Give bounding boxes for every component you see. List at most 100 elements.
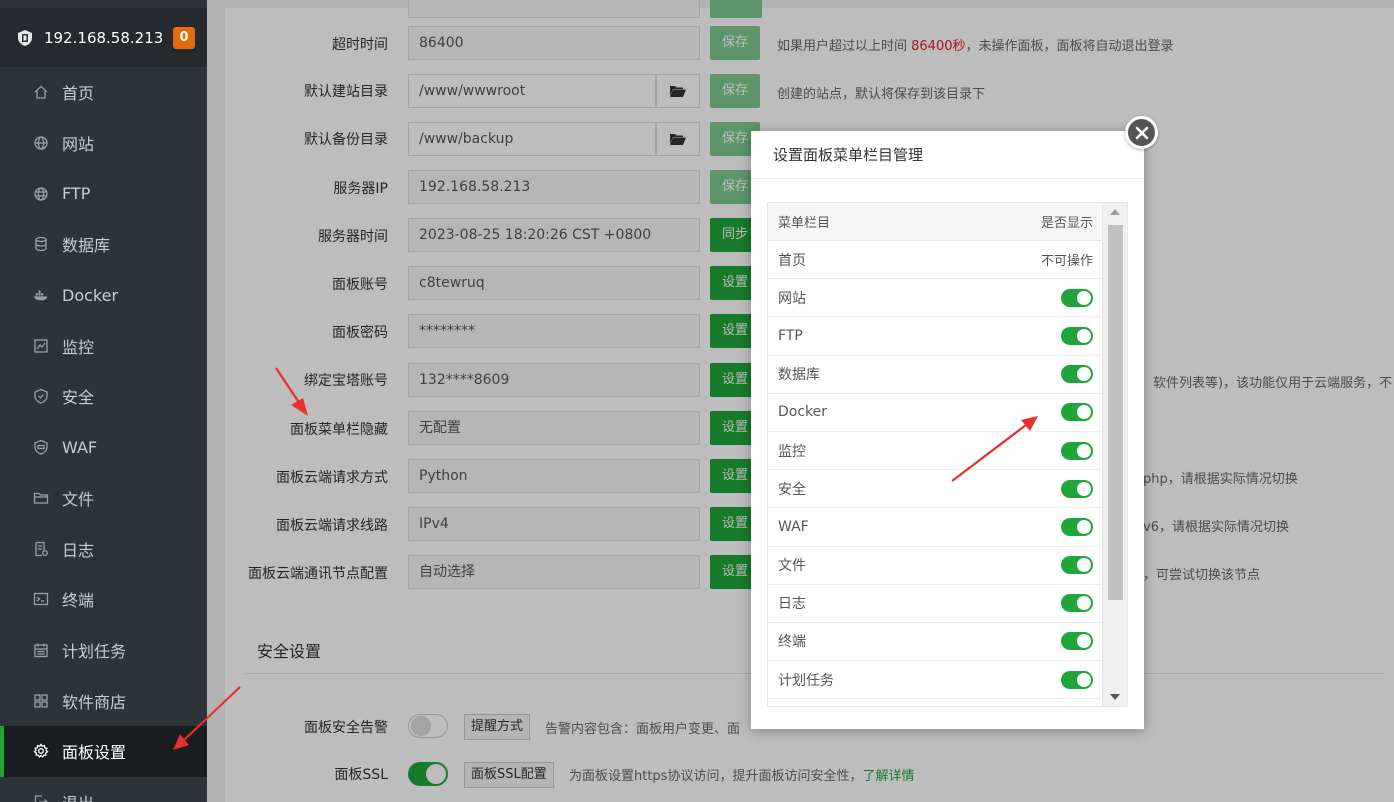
table-row: 日志 <box>768 585 1103 623</box>
row-label: FTP <box>778 327 803 344</box>
sidebar-item-label: Docker <box>62 285 119 305</box>
row-label: 数据库 <box>778 367 820 384</box>
docker-icon <box>33 287 49 303</box>
sidebar-item-crontab[interactable]: 计划任务 <box>0 625 207 676</box>
sidebar: 192.168.58.213 0 首页 网站 FTP 数据库 Docker 监控… <box>0 0 207 802</box>
sidebar-item-security[interactable]: 安全 <box>0 371 207 422</box>
col-menu-header: 菜单栏目 <box>778 216 831 231</box>
shield-icon <box>33 388 49 405</box>
sidebar-item-store[interactable]: 软件商店 <box>0 675 207 726</box>
row-label: WAF <box>778 518 809 535</box>
sidebar-item-label: 日志 <box>62 540 95 560</box>
sidebar-header: 192.168.58.213 0 <box>0 8 207 67</box>
show-toggle[interactable] <box>1061 403 1093 422</box>
sidebar-item-label: WAF <box>62 437 98 457</box>
sidebar-item-waf[interactable]: WAF <box>0 422 207 473</box>
waf-shield-icon <box>33 439 49 455</box>
sidebar-item-monitor[interactable]: 监控 <box>0 320 207 371</box>
show-toggle[interactable] <box>1061 441 1093 460</box>
sidebar-item-home[interactable]: 首页 <box>0 67 207 118</box>
folder-icon <box>33 490 49 506</box>
show-toggle[interactable] <box>1061 479 1093 498</box>
row-label: 计划任务 <box>778 672 834 689</box>
sidebar-item-logs[interactable]: 日志 <box>0 523 207 574</box>
table-row: 数据库 <box>768 356 1103 394</box>
show-toggle[interactable] <box>1061 670 1093 689</box>
log-icon <box>33 541 49 557</box>
sidebar-item-label: 终端 <box>62 591 95 611</box>
show-toggle[interactable] <box>1061 556 1093 575</box>
monitor-icon <box>33 338 49 354</box>
dialog-close-button[interactable] <box>1125 116 1158 149</box>
row-label: Docker <box>778 404 828 421</box>
ftp-globe-icon <box>33 186 49 202</box>
apps-icon <box>33 693 49 709</box>
row-label: 日志 <box>778 596 806 613</box>
table-row: 文件 <box>768 547 1103 585</box>
sidebar-item-label: 网站 <box>62 135 95 155</box>
sidebar-item-database[interactable]: 数据库 <box>0 219 207 270</box>
sidebar-item-panel-settings[interactable]: 面板设置 <box>0 725 207 777</box>
sidebar-item-label: 安全 <box>62 388 95 408</box>
sidebar-item-files[interactable]: 文件 <box>0 473 207 524</box>
col-show-header: 是否显示 <box>1040 216 1093 231</box>
sidebar-item-docker[interactable]: Docker <box>0 270 207 321</box>
sidebar-item-label: 计划任务 <box>62 641 127 661</box>
gear-icon <box>33 743 49 759</box>
show-toggle[interactable] <box>1061 288 1093 307</box>
close-icon <box>1135 126 1148 139</box>
menu-table: 菜单栏目 是否显示 首页 不可操作 网站 FTP 数据库 Docker 监控 安… <box>767 202 1128 707</box>
table-row: WAF <box>768 508 1103 547</box>
sidebar-item-label: 首页 <box>62 84 95 104</box>
table-row: 计划任务 <box>768 661 1103 700</box>
sidebar-item-label: 软件商店 <box>62 692 127 712</box>
show-toggle[interactable] <box>1061 594 1093 613</box>
scroll-thumb[interactable] <box>1108 225 1123 600</box>
screen: 192.168.58.213 0 首页 网站 FTP 数据库 Docker 监控… <box>0 0 1394 802</box>
show-toggle[interactable] <box>1061 326 1093 345</box>
scroll-up-arrow-icon[interactable] <box>1110 209 1120 215</box>
message-count-badge[interactable]: 0 <box>173 26 195 49</box>
table-row: Docker <box>768 394 1103 432</box>
table-row: 监控 <box>768 432 1103 471</box>
server-ip-title: 192.168.58.213 <box>44 28 164 47</box>
row-label: 安全 <box>778 481 806 498</box>
sidebar-nav: 首页 网站 FTP 数据库 Docker 监控 安全 WAF 文件 日志 终端 … <box>0 67 207 802</box>
sidebar-item-terminal[interactable]: 终端 <box>0 574 207 625</box>
scroll-down-arrow-icon[interactable] <box>1110 694 1120 700</box>
home-icon <box>33 84 49 100</box>
sidebar-item-website[interactable]: 网站 <box>0 118 207 169</box>
table-row: 网站 <box>768 279 1103 318</box>
row-label: 网站 <box>778 290 806 307</box>
sidebar-item-label: 监控 <box>62 337 95 357</box>
row-label: 监控 <box>778 443 806 460</box>
menu-manage-dialog: 设置面板菜单栏目管理 菜单栏目 是否显示 首页 不可操作 网站 FTP 数据库 … <box>751 131 1144 729</box>
show-toggle[interactable] <box>1061 517 1093 536</box>
sidebar-item-label: FTP <box>62 184 91 204</box>
sidebar-item-label: 面板设置 <box>62 743 127 763</box>
row-status: 不可操作 <box>1040 254 1093 270</box>
calendar-icon <box>33 642 49 658</box>
bt-logo-icon <box>16 29 34 47</box>
logout-icon <box>33 794 49 802</box>
table-row: 安全 <box>768 470 1103 509</box>
show-toggle[interactable] <box>1061 632 1093 651</box>
database-icon <box>33 236 49 252</box>
globe-icon <box>33 135 49 151</box>
table-scrollbar[interactable] <box>1102 203 1127 706</box>
table-row: 首页 不可操作 <box>768 241 1103 280</box>
dialog-title: 设置面板菜单栏目管理 <box>751 131 1144 179</box>
sidebar-item-logout[interactable]: 退出 <box>0 777 207 802</box>
sidebar-item-label: 退出 <box>62 790 94 802</box>
sidebar-item-label: 数据库 <box>62 236 111 256</box>
show-toggle[interactable] <box>1061 365 1093 384</box>
table-row: 终端 <box>768 623 1103 662</box>
sidebar-item-label: 文件 <box>62 489 95 509</box>
row-label: 文件 <box>778 558 806 575</box>
row-label: 终端 <box>778 634 806 651</box>
table-header: 菜单栏目 是否显示 <box>768 203 1103 241</box>
terminal-icon <box>33 591 49 607</box>
row-label: 首页 <box>778 252 806 269</box>
table-row: FTP <box>768 317 1103 356</box>
sidebar-item-ftp[interactable]: FTP <box>0 168 207 219</box>
